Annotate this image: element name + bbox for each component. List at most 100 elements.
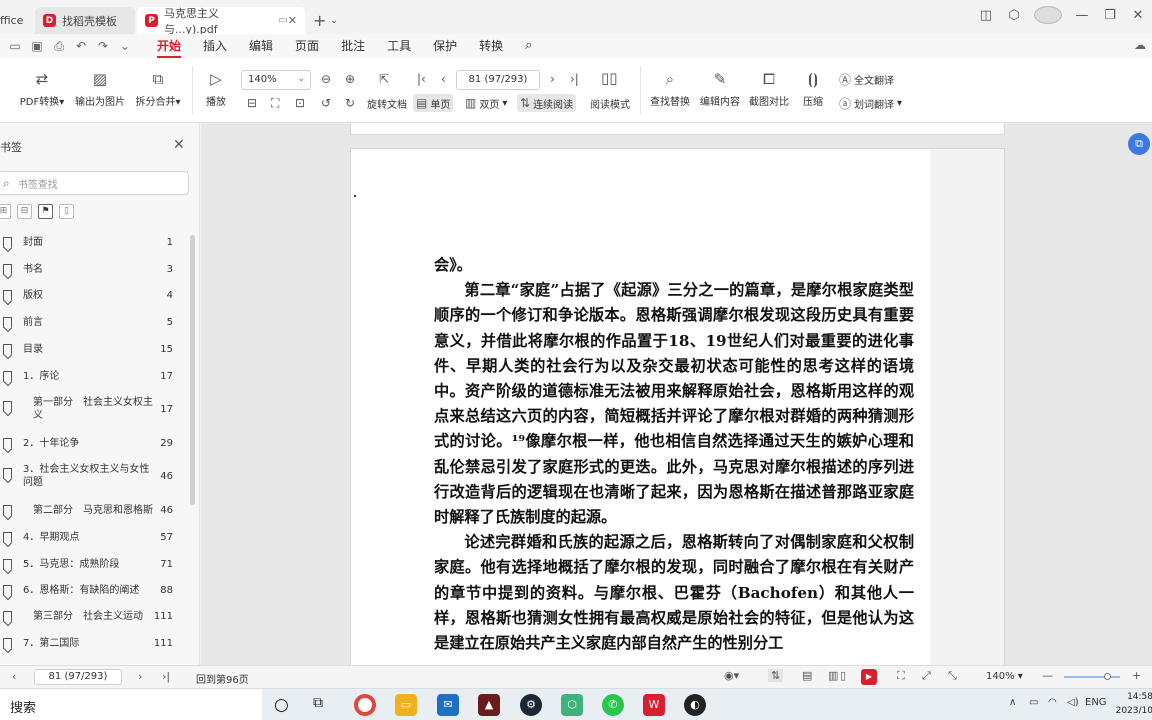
clock[interactable]: 14:58 2023/10 xyxy=(1113,690,1152,718)
compress-button[interactable]: ⦗⦘ 压缩 xyxy=(800,70,826,108)
tab-office[interactable]: ffice xyxy=(0,7,33,34)
rotate-document-button[interactable]: 旋转文档 xyxy=(364,94,410,112)
cube-icon[interactable]: ⬡ xyxy=(1000,8,1028,23)
language-indicator[interactable]: ENG xyxy=(1085,697,1107,708)
fit-width-icon[interactable]: ⊟ xyxy=(244,94,260,112)
search-icon[interactable]: ⌕ xyxy=(514,34,543,58)
collapse-icon[interactable]: ⊟ xyxy=(17,204,32,219)
continuous-view-icon[interactable]: ⇅ xyxy=(768,669,784,682)
cloud-icon[interactable]: ☁ xyxy=(1134,38,1146,52)
tab-template[interactable]: D 找稻壳模板 xyxy=(35,7,135,34)
bookmark-search-input[interactable]: ⌕ 书签查找 xyxy=(0,171,189,195)
chevron-up-icon[interactable]: ∧ xyxy=(1009,697,1016,708)
back-to-page-link[interactable]: 回到第96页 xyxy=(196,671,249,686)
tab-window-icon[interactable]: ▭ xyxy=(278,15,287,26)
menu-annotate[interactable]: 批注 xyxy=(330,34,376,58)
status-page-input[interactable]: 81 (97/293) xyxy=(34,669,122,685)
app-icon[interactable]: ⬡ xyxy=(561,694,583,716)
last-page-icon[interactable]: ›| xyxy=(567,70,582,88)
double-page-button[interactable]: ▥ 双页 ▾ xyxy=(462,94,510,112)
book-icon[interactable]: ▯▯ xyxy=(598,69,621,87)
double-page-view-icon[interactable]: ▥ xyxy=(828,669,838,682)
layout-icon[interactable]: ◫ xyxy=(972,8,1000,23)
next-page-icon[interactable]: › xyxy=(138,670,142,683)
zoom-slider[interactable] xyxy=(1064,676,1120,678)
cortana-icon[interactable]: ○ xyxy=(274,695,289,715)
mail-icon[interactable]: ✉ xyxy=(437,694,459,716)
open-external-icon[interactable]: ⇱ xyxy=(376,70,392,88)
full-translate-button[interactable]: Ⓐ 全文翻译 xyxy=(836,70,897,88)
first-page-icon[interactable]: |‹ xyxy=(414,70,429,88)
rotate-left-icon[interactable]: ↺ xyxy=(318,94,334,112)
play-button[interactable]: ▷ 播放 xyxy=(204,70,228,108)
continuous-reading-button[interactable]: ⇅ 连续阅读 xyxy=(517,94,577,112)
rotate-right-icon[interactable]: ↻ xyxy=(342,94,358,112)
reading-mode-button[interactable]: 阅读模式 xyxy=(587,94,633,112)
bookmark-add-icon[interactable]: ⚑ xyxy=(38,204,53,219)
side-tool-icon[interactable]: ⧉ xyxy=(1128,133,1150,155)
wps-pdf-icon[interactable]: W xyxy=(643,694,665,716)
prev-page-icon[interactable]: ‹ xyxy=(12,670,16,683)
close-icon[interactable]: ✕ xyxy=(173,137,185,153)
wifi-icon[interactable]: ◠ xyxy=(1048,697,1057,708)
fit-page-icon[interactable]: ⛶ xyxy=(268,94,282,112)
steam-icon[interactable]: ⚙ xyxy=(520,694,542,716)
file-explorer-icon[interactable]: ▭ xyxy=(395,694,417,716)
next-page-icon[interactable]: › xyxy=(547,70,558,88)
zoom-out-icon[interactable]: ⊖ xyxy=(318,70,334,88)
prev-page-icon[interactable]: ‹ xyxy=(438,70,449,88)
network-icon[interactable]: ▭ xyxy=(1029,697,1038,708)
task-view-icon[interactable]: ⧉ xyxy=(313,695,323,711)
zoom-slider-handle[interactable] xyxy=(1104,673,1111,680)
split-merge-button[interactable]: ⧉ 拆分合并▾ xyxy=(133,70,183,108)
zoom-in-icon[interactable]: + xyxy=(1132,669,1141,682)
menu-tools[interactable]: 工具 xyxy=(376,34,422,58)
zoom-out-icon[interactable]: — xyxy=(1042,669,1053,682)
single-page-view-icon[interactable]: ▤ xyxy=(802,669,812,682)
find-replace-button[interactable]: ⌕ 查找替换 xyxy=(648,70,692,108)
undo-icon[interactable]: ↶ xyxy=(72,39,90,54)
redo-icon[interactable]: ↷ xyxy=(94,39,112,54)
zoom-select[interactable]: 140% ⌄ xyxy=(241,70,311,90)
app-icon[interactable]: ◐ xyxy=(684,694,706,716)
shrink-icon[interactable]: ⤡ xyxy=(948,669,957,683)
actual-size-icon[interactable]: ⊡ xyxy=(292,94,308,112)
status-zoom[interactable]: 140% ▾ xyxy=(986,671,1023,682)
save-icon[interactable]: ▣ xyxy=(28,39,46,54)
menu-protect[interactable]: 保护 xyxy=(422,34,468,58)
tab-pdf-document[interactable]: P 马克思主义与...y).pdf ▭ ✕ xyxy=(137,7,305,36)
screenshot-compare-button[interactable]: ⧠ 截图对比 xyxy=(747,70,791,108)
menu-edit[interactable]: 编辑 xyxy=(238,34,284,58)
single-page-button[interactable]: ▤ 单页 xyxy=(413,94,454,112)
expand-icon[interactable]: ⤢ xyxy=(922,669,931,683)
taskbar-search[interactable]: 搜索 xyxy=(0,689,262,720)
wechat-icon[interactable]: ✆ xyxy=(602,694,624,716)
menu-home[interactable]: 开始 xyxy=(146,34,192,58)
new-tab-button[interactable]: + ⌄ xyxy=(307,7,344,34)
app-icon[interactable]: ▲ xyxy=(478,694,500,716)
chevron-down-icon[interactable]: ⌄ xyxy=(116,39,134,54)
eye-icon[interactable]: ◉▾ xyxy=(724,669,739,682)
close-window-icon[interactable]: ✕ xyxy=(1124,8,1152,23)
edit-content-button[interactable]: ✎ 编辑内容 xyxy=(698,70,742,108)
zoom-in-icon[interactable]: ⊕ xyxy=(342,70,358,88)
book-view-icon[interactable]: ▯ xyxy=(840,669,846,682)
play-icon[interactable]: ▶ xyxy=(861,669,877,685)
print-icon[interactable]: ⎙ xyxy=(50,39,68,54)
menu-insert[interactable]: 插入 xyxy=(192,34,238,58)
menu-page[interactable]: 页面 xyxy=(284,34,330,58)
document-viewport[interactable]: 会》。 第二章“家庭”占据了《起源》三分之一的篇章，是摩尔根家庭类型顺序的一个修… xyxy=(201,123,1152,665)
tab-close-icon[interactable]: ✕ xyxy=(288,14,297,27)
folder-icon[interactable]: ▭ xyxy=(6,39,24,54)
page-number-input[interactable]: 81 (97/293) xyxy=(456,70,540,90)
expand-icon[interactable]: ⊞ xyxy=(0,204,11,219)
minimize-icon[interactable]: — xyxy=(1068,8,1096,23)
maximize-icon[interactable]: ❐ xyxy=(1096,8,1124,23)
bookmark-icon[interactable]: ▯ xyxy=(59,204,74,219)
word-translate-button[interactable]: ⓐ 划词翻译 ▾ xyxy=(836,94,905,112)
menu-convert[interactable]: 转换 xyxy=(468,34,514,58)
last-page-icon[interactable]: ›| xyxy=(162,670,170,683)
avatar[interactable] xyxy=(1034,6,1062,24)
chevron-down-icon[interactable]: ⌄ xyxy=(330,16,338,26)
fit-window-icon[interactable]: ⛶ xyxy=(897,669,905,683)
